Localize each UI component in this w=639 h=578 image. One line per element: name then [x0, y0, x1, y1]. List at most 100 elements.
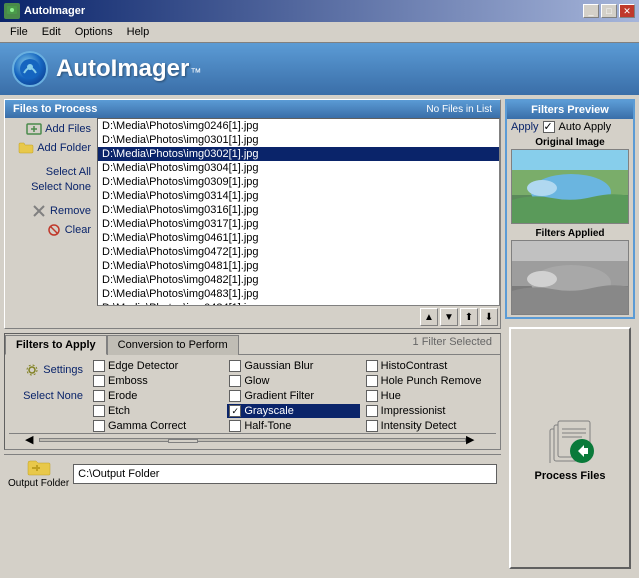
output-folder-button[interactable]: Output Folder	[8, 459, 69, 489]
minimize-button[interactable]: _	[583, 4, 599, 18]
process-files-icon	[544, 415, 596, 466]
files-to-process-panel: Files to Process No Files in List Add F	[4, 99, 501, 329]
scrollbar-thumb[interactable]	[168, 439, 198, 443]
filter-item[interactable]: Etch	[91, 404, 223, 418]
original-image-label: Original Image	[511, 137, 629, 148]
filters-content: Settings Select None Edge Detector Gaussi…	[5, 354, 500, 449]
filters-scrollbar[interactable]: ◀ ▶	[9, 433, 496, 445]
main-content: Files to Process No Files in List Add F	[0, 95, 639, 577]
filter-item[interactable]: Half-Tone	[227, 419, 359, 433]
file-item[interactable]: D:\Media\Photos\img0472[1].jpg	[98, 245, 499, 259]
filters-grid: Edge Detector Gaussian Blur HistoContrast E…	[91, 359, 496, 433]
preview-apply-row: Apply Auto Apply	[507, 119, 633, 135]
output-bar: Output Folder	[4, 454, 501, 493]
select-none-filters-button[interactable]: Select None	[21, 389, 85, 403]
clear-button[interactable]: Clear	[44, 221, 93, 239]
window-title: AutoImager	[24, 5, 85, 17]
add-files-icon	[26, 121, 42, 137]
left-panel: Files to Process No Files in List Add F	[4, 99, 501, 573]
move-bottom-button[interactable]: ⬇	[480, 308, 498, 326]
title-bar: AutoImager _ □ ✕	[0, 0, 639, 22]
list-nav: ▲ ▼ ⬆ ⬇	[97, 306, 500, 328]
menu-file[interactable]: File	[4, 24, 34, 40]
applied-image-label: Filters Applied	[511, 228, 629, 239]
scroll-left-button[interactable]: ◀	[25, 434, 39, 446]
file-item[interactable]: D:\Media\Photos\img0316[1].jpg	[98, 203, 499, 217]
scroll-right-button[interactable]: ▶	[466, 434, 480, 446]
move-top-button[interactable]: ⬆	[460, 308, 478, 326]
filter-item[interactable]: ✓Grayscale	[227, 404, 359, 418]
original-image-preview	[511, 149, 629, 224]
menu-edit[interactable]: Edit	[36, 24, 67, 40]
move-up-button[interactable]: ▲	[420, 308, 438, 326]
applied-image-section: Filters Applied	[507, 226, 633, 317]
filter-item[interactable]: Intensity Detect	[364, 419, 496, 433]
menu-options[interactable]: Options	[69, 24, 119, 40]
filters-left-bar: Settings Select None	[9, 359, 89, 433]
filter-item[interactable]: HistoContrast	[364, 359, 496, 373]
add-files-button[interactable]: Add Files	[24, 120, 93, 138]
close-button[interactable]: ✕	[619, 4, 635, 18]
files-section: Add Files Add Folder Select All	[5, 118, 500, 328]
file-item[interactable]: D:\Media\Photos\img0482[1].jpg	[98, 273, 499, 287]
file-item[interactable]: D:\Media\Photos\img0304[1].jpg	[98, 161, 499, 175]
filter-item[interactable]: Gradient Filter	[227, 389, 359, 403]
file-item[interactable]: D:\Media\Photos\img0314[1].jpg	[98, 189, 499, 203]
file-item[interactable]: D:\Media\Photos\img0309[1].jpg	[98, 175, 499, 189]
filter-item[interactable]: Hole Punch Remove	[364, 374, 496, 388]
original-image-section: Original Image	[507, 135, 633, 226]
auto-apply-checkbox[interactable]	[543, 121, 555, 133]
filter-item[interactable]: Gaussian Blur	[227, 359, 359, 373]
maximize-button[interactable]: □	[601, 4, 617, 18]
filters-section: Filters to Apply Conversion to Perform 1…	[4, 333, 501, 450]
add-folder-icon	[18, 140, 34, 156]
remove-button[interactable]: Remove	[29, 202, 93, 220]
move-down-button[interactable]: ▼	[440, 308, 458, 326]
tab-conversion-to-perform[interactable]: Conversion to Perform	[107, 335, 239, 355]
process-files-button[interactable]: Process Files	[509, 327, 631, 569]
apply-link[interactable]: Apply	[511, 121, 539, 133]
filter-settings-button[interactable]: Settings	[22, 361, 85, 379]
file-item[interactable]: D:\Media\Photos\img0317[1].jpg	[98, 217, 499, 231]
filter-item[interactable]: Edge Detector	[91, 359, 223, 373]
right-panel: Filters Preview Apply Auto Apply Origina…	[505, 99, 635, 573]
select-all-button[interactable]: Select All	[44, 165, 93, 179]
tab-filters-to-apply[interactable]: Filters to Apply	[5, 335, 107, 355]
scrollbar-track[interactable]	[39, 438, 466, 442]
file-item[interactable]: D:\Media\Photos\img0481[1].jpg	[98, 259, 499, 273]
select-none-files-button[interactable]: Select None	[29, 180, 93, 194]
filter-item[interactable]: Gamma Correct	[91, 419, 223, 433]
output-path-input[interactable]	[73, 464, 497, 484]
process-files-label: Process Files	[535, 470, 606, 482]
preview-panel-header: Filters Preview	[507, 101, 633, 119]
add-folder-button[interactable]: Add Folder	[16, 139, 93, 157]
filter-item[interactable]: Hue	[364, 389, 496, 403]
file-item[interactable]: D:\Media\Photos\img0301[1].jpg	[98, 133, 499, 147]
files-list[interactable]: D:\Media\Photos\img0246[1].jpgD:\Media\P…	[97, 118, 500, 306]
clear-icon	[46, 222, 62, 238]
filter-item[interactable]: Erode	[91, 389, 223, 403]
auto-apply-label: Auto Apply	[559, 121, 612, 133]
filter-count: 1 Filter Selected	[405, 334, 500, 354]
applied-image-preview	[511, 240, 629, 315]
filters-body: Settings Select None Edge Detector Gaussi…	[9, 359, 496, 433]
file-item[interactable]: D:\Media\Photos\img0483[1].jpg	[98, 287, 499, 301]
app-icon	[4, 3, 20, 19]
file-item[interactable]: D:\Media\Photos\img0302[1].jpg	[98, 147, 499, 161]
app-title: AutoImager ™	[56, 55, 201, 83]
files-list-container: D:\Media\Photos\img0246[1].jpgD:\Media\P…	[97, 118, 500, 328]
settings-icon	[24, 362, 40, 378]
filters-preview-panel: Filters Preview Apply Auto Apply Origina…	[505, 99, 635, 319]
file-item[interactable]: D:\Media\Photos\img0246[1].jpg	[98, 119, 499, 133]
filter-item[interactable]: Impressionist	[364, 404, 496, 418]
menu-bar: File Edit Options Help	[0, 22, 639, 43]
window-controls: _ □ ✕	[583, 4, 635, 18]
remove-icon	[31, 203, 47, 219]
menu-help[interactable]: Help	[121, 24, 156, 40]
output-folder-label: Output Folder	[8, 478, 69, 489]
filter-item[interactable]: Emboss	[91, 374, 223, 388]
files-sidebar: Add Files Add Folder Select All	[5, 118, 95, 328]
filter-item[interactable]: Glow	[227, 374, 359, 388]
app-logo	[12, 51, 48, 87]
file-item[interactable]: D:\Media\Photos\img0461[1].jpg	[98, 231, 499, 245]
